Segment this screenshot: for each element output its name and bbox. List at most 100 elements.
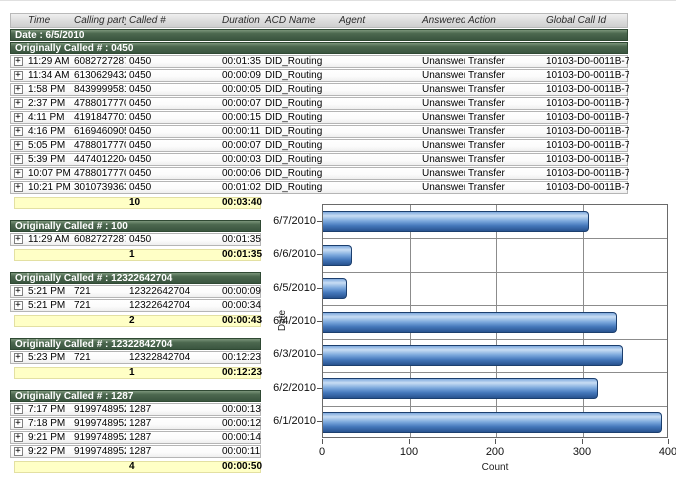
expand-cell: + <box>11 140 25 151</box>
expand-cell: + <box>11 182 25 193</box>
cell-time: 10:21 PM <box>25 182 71 193</box>
table-row: +5:05 PM4788017770045000:00:07DID_Routin… <box>10 139 628 152</box>
expand-plus-icon[interactable]: + <box>14 155 23 164</box>
expand-plus-icon[interactable]: + <box>14 235 23 244</box>
cell-calling-party: 721 <box>71 300 126 311</box>
cell-calling-party: 9199748952 <box>71 404 126 415</box>
summary-spacer <box>15 198 126 208</box>
table-row: +4:11 PM4191847701045000:00:15DID_Routin… <box>10 111 628 124</box>
cell-calling-party: 9199748952 <box>71 446 126 457</box>
expand-plus-icon[interactable]: + <box>14 169 23 178</box>
header-cell-duration: Duration <box>219 14 262 27</box>
report-group: Originally Called # : 12322642704+5:21 P… <box>10 272 628 327</box>
cell-answered: Unanswered <box>419 98 465 109</box>
expand-plus-icon[interactable]: + <box>14 405 23 414</box>
table-row: +7:17 PM9199748952128700:00:13 <box>10 403 261 416</box>
summary-call-count: 1 <box>126 368 219 378</box>
cell-time: 7:17 PM <box>25 404 71 415</box>
xaxis-tick-mark <box>668 439 669 444</box>
expand-cell: + <box>11 432 25 443</box>
expand-plus-icon[interactable]: + <box>14 353 23 362</box>
table-row: +11:34 AM6130629432045000:00:09DID_Routi… <box>10 69 628 82</box>
table-row: +10:07 PM4788017770045000:00:06DID_Routi… <box>10 167 628 180</box>
expand-cell: + <box>11 446 25 457</box>
xaxis-tick-label: 400 <box>648 446 676 458</box>
cell-duration: 00:00:14 <box>219 432 262 443</box>
cell-duration: 00:00:09 <box>219 70 262 81</box>
expand-plus-icon[interactable]: + <box>14 57 23 66</box>
cell-time: 5:21 PM <box>25 300 71 311</box>
table-row: +2:37 PM4788017770045000:00:07DID_Routin… <box>10 97 628 110</box>
cell-time: 5:23 PM <box>25 352 71 363</box>
cell-duration: 00:01:02 <box>219 182 262 193</box>
expand-plus-icon[interactable]: + <box>14 127 23 136</box>
cell-action: Transfer <box>465 126 543 137</box>
cell-global-call-id: 10103-D0-0011B-778 <box>543 154 629 165</box>
cell-agent <box>336 56 419 67</box>
cell-duration: 00:00:05 <box>219 84 262 95</box>
expand-plus-icon[interactable]: + <box>14 113 23 122</box>
cell-calling-party: 6082727287 <box>71 56 126 67</box>
cell-calling-party: 3010739363 <box>71 182 126 193</box>
expand-cell: + <box>11 154 25 165</box>
cell-time: 5:21 PM <box>25 286 71 297</box>
cell-action: Transfer <box>465 182 543 193</box>
group-summary-row: 400:00:50 <box>14 461 261 473</box>
group-banner: Originally Called # : 100 <box>10 220 261 232</box>
summary-call-count: 10 <box>126 198 219 208</box>
expand-cell: + <box>11 168 25 179</box>
cell-global-call-id: 10103-D0-0011B-768 <box>543 56 629 67</box>
cell-agent <box>336 112 419 123</box>
cell-global-call-id: 10103-D0-0011B-774 <box>543 140 629 151</box>
expand-plus-icon[interactable]: + <box>14 71 23 80</box>
cell-acd-name: DID_Routing <box>262 112 336 123</box>
header-cell-time: Time <box>25 14 71 27</box>
summary-call-count: 2 <box>126 316 219 326</box>
summary-spacer <box>15 462 126 472</box>
group-banner: Originally Called # : 12322842704 <box>10 338 261 350</box>
expand-plus-icon[interactable]: + <box>14 419 23 428</box>
expand-plus-icon[interactable]: + <box>14 183 23 192</box>
group-banner: Originally Called # : 1287 <box>10 390 261 402</box>
summary-spacer <box>15 316 126 326</box>
report-group: Originally Called # : 12322842704 +5:23 P… <box>10 338 628 379</box>
cell-time: 4:16 PM <box>25 126 71 137</box>
cell-agent <box>336 70 419 81</box>
header-cell-agent: Agent <box>336 14 419 27</box>
expand-plus-icon[interactable]: + <box>14 99 23 108</box>
expand-plus-icon[interactable]: + <box>14 141 23 150</box>
expand-plus-icon[interactable]: + <box>14 433 23 442</box>
group-summary-row: 200:00:43 <box>14 315 261 327</box>
cell-global-call-id: 10103-D0-0011B-773 <box>543 126 629 137</box>
cell-called: 0450 <box>126 56 219 67</box>
cell-agent <box>336 168 419 179</box>
cell-global-call-id: 10103-D0-0011B-77E <box>543 168 629 179</box>
date-banner: Date : 6/5/2010 <box>10 29 628 41</box>
cell-agent <box>336 140 419 151</box>
cell-duration: 00:12:23 <box>219 352 262 363</box>
expand-plus-icon[interactable]: + <box>14 301 23 310</box>
table-row: +5:21 PM7211232264270400:00:34 <box>10 299 261 312</box>
cell-action: Transfer <box>465 84 543 95</box>
summary-total-duration: 00:03:40 <box>219 198 262 208</box>
report-groups: Originally Called # : 0450+11:29 AM60827… <box>10 42 628 473</box>
cell-time: 5:39 PM <box>25 154 71 165</box>
cell-duration: 00:00:11 <box>219 126 262 137</box>
report-group: Originally Called # : 100+11:29 AM608272… <box>10 220 628 261</box>
cell-calling-party: 8439999581 <box>71 84 126 95</box>
expand-plus-icon[interactable]: + <box>14 85 23 94</box>
expand-plus-icon[interactable]: + <box>14 287 23 296</box>
cell-called: 1287 <box>126 404 219 415</box>
cell-calling-party: 6130629432 <box>71 70 126 81</box>
expand-cell: + <box>11 286 25 297</box>
expand-plus-icon[interactable]: + <box>14 447 23 456</box>
table-row: +10:21 PM3010739363045000:01:02DID_Routi… <box>10 181 628 194</box>
cell-called: 0450 <box>126 70 219 81</box>
cell-answered: Unanswered <box>419 112 465 123</box>
report-group: Originally Called # : 1287+7:17 PM919974… <box>10 390 628 473</box>
cell-action: Transfer <box>465 56 543 67</box>
cell-calling-party: 6169460905 <box>71 126 126 137</box>
header-cell-answered: Answered <box>419 14 465 27</box>
cell-answered: Unanswered <box>419 140 465 151</box>
cell-calling-party: 4788017770 <box>71 140 126 151</box>
